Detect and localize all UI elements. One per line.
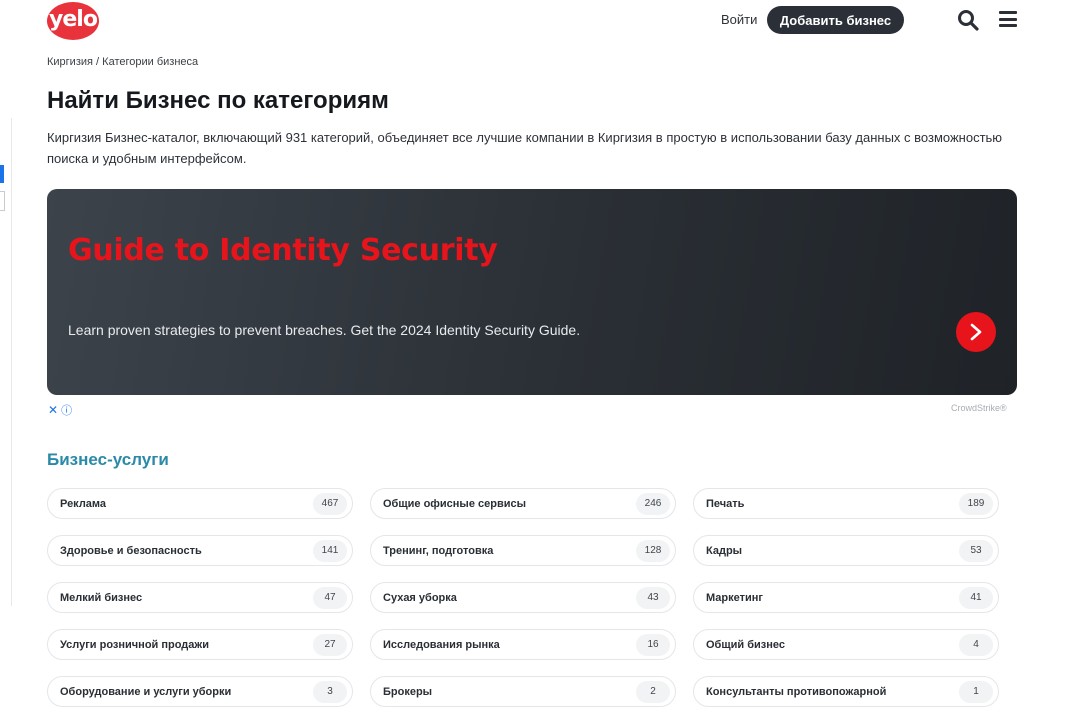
category-label: Услуги розничной продажи [60,638,209,651]
side-panel-tab [0,191,5,211]
yelo-logo[interactable]: yelo [47,2,99,40]
category-item[interactable]: Исследования рынка 16 [370,629,676,660]
category-label: Мелкий бизнес [60,591,143,604]
breadcrumb-current-link[interactable]: Категории бизнеса [102,56,198,68]
category-label: Маркетинг [706,591,763,604]
category-label: Печать [706,497,745,510]
login-link[interactable]: Войти [721,12,757,27]
ad-title: Guide to Identity Security [68,233,498,268]
category-count-badge: 141 [313,539,347,562]
category-item[interactable]: Общий бизнес 4 [693,629,999,660]
category-count-badge: 128 [636,539,670,562]
breadcrumb: Киргизия / Категории бизнеса [47,56,198,68]
page-description: Киргизия Бизнес-каталог, включающий 931 … [47,130,1003,166]
category-item[interactable]: Здоровье и безопасность 141 [47,535,353,566]
breadcrumb-separator: / [96,56,100,68]
category-count-badge: 41 [959,586,993,609]
category-item[interactable]: Брокеры 2 [370,676,676,707]
category-item[interactable]: Мелкий бизнес 47 [47,582,353,613]
section-title: Бизнес-услуги [47,450,169,469]
category-label: Кадры [706,544,743,557]
category-count-badge: 3 [313,680,347,703]
category-item[interactable]: Маркетинг 41 [693,582,999,613]
category-label: Тренинг, подготовка [383,544,494,557]
category-count-badge: 47 [313,586,347,609]
category-count-badge: 189 [959,492,993,515]
ad-go-button[interactable] [956,312,996,352]
category-label: Брокеры [383,685,433,698]
ad-controls: ✕ ⓘ [48,402,72,418]
category-count-badge: 43 [636,586,670,609]
close-icon[interactable]: ✕ [48,403,58,417]
ad-banner[interactable]: Guide to Identity Security Learn proven … [47,189,1017,395]
category-label: Общие офисные сервисы [383,497,526,510]
category-count-badge: 2 [636,680,670,703]
category-item[interactable]: Общие офисные сервисы 246 [370,488,676,519]
category-label: Здоровье и безопасность [60,544,202,557]
category-count-badge: 467 [313,492,347,515]
category-item[interactable]: Реклама 467 [47,488,353,519]
category-count-badge: 1 [959,680,993,703]
category-item[interactable]: Печать 189 [693,488,999,519]
breadcrumb-home-link[interactable]: Киргизия [47,56,93,68]
category-item[interactable]: Сухая уборка 43 [370,582,676,613]
page-title: Найти Бизнес по категориям [47,87,389,114]
ad-brand: CrowdStrike® [951,403,1007,413]
chevron-right-icon [970,323,982,341]
category-label: Сухая уборка [383,591,457,604]
category-item[interactable]: Тренинг, подготовка 128 [370,535,676,566]
category-item[interactable]: Консультанты противопожарной 1 [693,676,999,707]
logo-text: yelo [49,7,98,32]
category-item[interactable]: Услуги розничной продажи 27 [47,629,353,660]
category-label: Общий бизнес [706,638,785,651]
category-item[interactable]: Оборудование и услуги уборки 3 [47,676,353,707]
side-panel-indicator [0,165,4,183]
category-label: Исследования рынка [383,638,500,651]
category-count-badge: 246 [636,492,670,515]
category-count-badge: 4 [959,633,993,656]
category-count-badge: 53 [959,539,993,562]
category-label: Реклама [60,497,107,510]
hamburger-menu-icon[interactable] [999,11,1017,27]
add-business-button[interactable]: Добавить бизнес [767,6,904,34]
search-icon[interactable] [957,9,979,31]
category-item[interactable]: Кадры 53 [693,535,999,566]
category-count-badge: 27 [313,633,347,656]
category-label: Оборудование и услуги уборки [60,685,232,698]
ad-text: Learn proven strategies to prevent breac… [68,322,581,338]
category-label: Консультанты противопожарной [706,685,887,698]
category-count-badge: 16 [636,633,670,656]
info-icon[interactable]: ⓘ [61,405,72,417]
